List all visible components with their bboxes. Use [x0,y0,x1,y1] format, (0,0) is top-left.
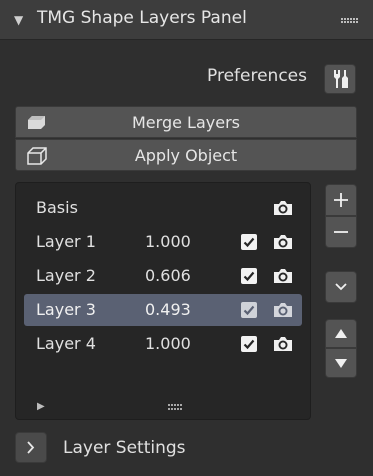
layer-name: Layer 2 [36,266,96,285]
layer-row-basis[interactable]: Basis [24,192,302,224]
layer-row-layer-4[interactable]: Layer 4 1.000 [24,328,302,360]
camera-icon[interactable] [272,265,294,287]
panel-header[interactable]: ▼ TMG Shape Layers Panel [0,0,373,40]
layer-enabled-checkbox[interactable] [241,268,257,284]
layer-menu-button[interactable] [325,271,357,303]
chevron-right-icon [27,441,35,454]
layer-name: Layer 4 [36,334,96,353]
wrench-screwdriver-icon [334,70,348,88]
minus-icon [334,231,348,233]
drag-grip-icon[interactable] [341,18,359,23]
apply-object-label: Apply Object [134,146,238,165]
add-layer-button[interactable] [325,184,357,216]
camera-icon[interactable] [272,333,294,355]
chevron-down-icon [335,283,347,291]
panel-title: TMG Shape Layers Panel [37,8,247,28]
layer-value[interactable]: 1.000 [145,334,191,353]
layer-name: Basis [36,198,78,217]
layer-enabled-checkbox[interactable] [241,234,257,250]
plus-icon [334,193,348,207]
layer-enabled-checkbox[interactable] [241,302,257,318]
layer-settings-expand-button[interactable] [15,432,47,463]
camera-icon[interactable] [272,299,294,321]
layer-row-layer-2[interactable]: Layer 2 0.606 [24,260,302,292]
triangle-up-icon [335,329,347,338]
list-resize-grip-icon[interactable] [168,404,184,410]
layer-settings-label: Layer Settings [63,438,186,458]
shape-layer-list: Basis Layer 1 1.000 Layer 2 0.606 Layer … [15,182,311,420]
layer-enabled-checkbox[interactable] [241,336,257,352]
move-layer-down-button[interactable] [325,348,357,378]
layer-row-layer-1[interactable]: Layer 1 1.000 [24,226,302,258]
camera-icon[interactable] [272,197,294,219]
remove-layer-button[interactable] [325,216,357,248]
layer-name: Layer 3 [36,300,96,319]
layer-value[interactable]: 0.606 [145,266,191,285]
preferences-label: Preferences [207,66,307,86]
apply-object-button[interactable]: Apply Object [15,139,357,171]
layer-value[interactable]: 1.000 [145,232,191,251]
layer-name: Layer 1 [36,232,96,251]
camera-icon[interactable] [272,231,294,253]
merge-layers-button[interactable]: Merge Layers [15,106,357,138]
layer-value[interactable]: 0.493 [145,300,191,319]
move-layer-up-button[interactable] [325,319,357,348]
merge-layers-label: Merge Layers [132,113,240,132]
layer-row-layer-3[interactable]: Layer 3 0.493 [24,294,302,326]
filter-expand-icon[interactable]: ▶ [37,401,45,412]
triangle-down-icon [335,359,347,368]
collapse-triangle-icon[interactable]: ▼ [14,13,23,27]
preferences-button[interactable] [324,64,356,94]
